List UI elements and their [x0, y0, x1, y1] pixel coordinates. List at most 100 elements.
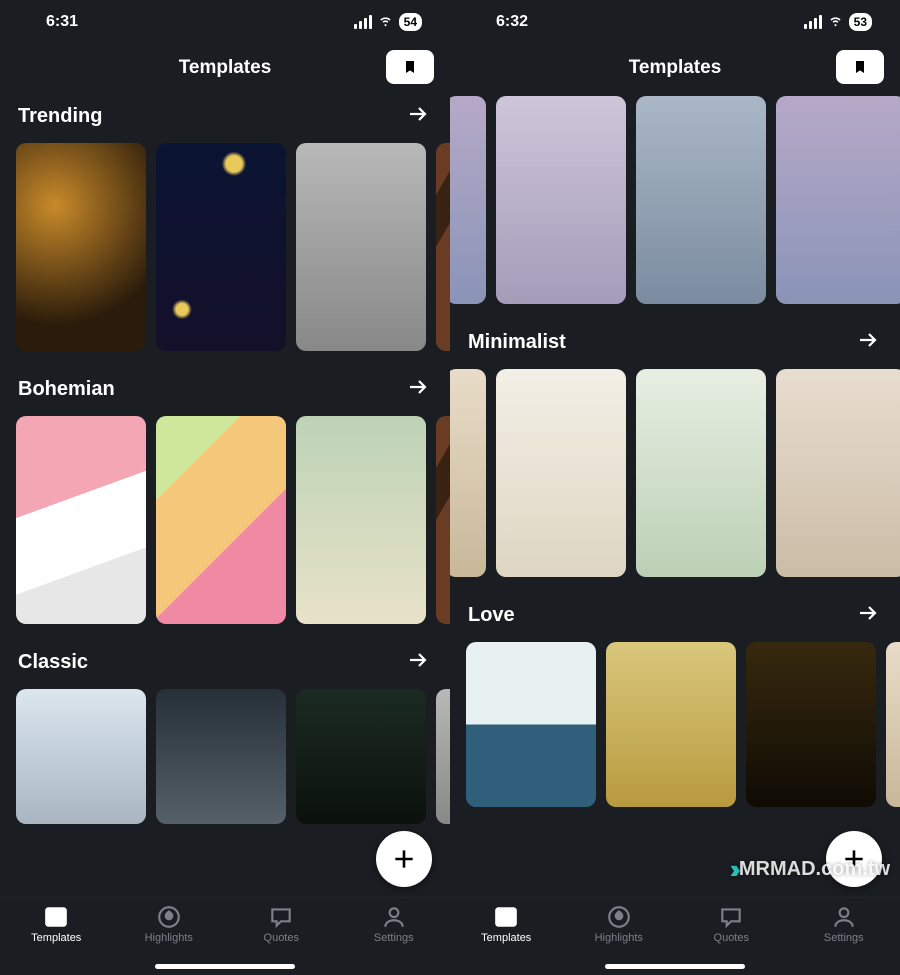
- template-row-love[interactable]: [466, 642, 900, 825]
- watermark-logo-icon: ››: [730, 854, 735, 885]
- watermark-text: MRMAD.com.tw: [739, 858, 890, 881]
- template-card[interactable]: [886, 642, 900, 807]
- arrow-right-icon[interactable]: [406, 375, 430, 404]
- arrow-right-icon[interactable]: [406, 648, 430, 677]
- page-title: Templates: [179, 57, 272, 79]
- cellular-icon: [804, 15, 822, 29]
- tab-quotes[interactable]: Quotes: [225, 904, 338, 944]
- section-title: Classic: [18, 651, 88, 674]
- page-header: Templates: [0, 44, 450, 92]
- tab-label: Quotes: [264, 932, 299, 944]
- template-row-minimalist[interactable]: [450, 369, 900, 595]
- status-time: 6:31: [46, 13, 78, 31]
- bookmarks-button[interactable]: [386, 50, 434, 84]
- watermark: ›› MRMAD.com.tw: [730, 854, 890, 885]
- tab-highlights[interactable]: Highlights: [563, 904, 676, 944]
- wifi-icon: [377, 11, 394, 33]
- template-card[interactable]: [466, 642, 596, 807]
- template-card[interactable]: [436, 416, 450, 624]
- template-card[interactable]: [296, 416, 426, 624]
- template-card[interactable]: [296, 689, 426, 824]
- bookmarks-button[interactable]: [836, 50, 884, 84]
- section-header-minimalist[interactable]: Minimalist: [466, 322, 900, 369]
- home-indicator[interactable]: [155, 964, 295, 969]
- status-bar: 6:32 53: [450, 0, 900, 44]
- section-header-love[interactable]: Love: [466, 595, 900, 642]
- settings-icon: [831, 904, 857, 930]
- tab-highlights[interactable]: Highlights: [113, 904, 226, 944]
- screen-right: 6:32 53 Templates Minimalist: [450, 0, 900, 975]
- template-card[interactable]: [296, 143, 426, 351]
- quotes-icon: [268, 904, 294, 930]
- template-card[interactable]: [776, 96, 900, 304]
- template-row-top[interactable]: [450, 96, 900, 322]
- tab-label: Templates: [481, 932, 531, 944]
- page-header: Templates: [450, 44, 900, 92]
- tab-bar: Templates Highlights Quotes Settings: [0, 897, 450, 975]
- section-title: Love: [468, 604, 515, 627]
- template-card[interactable]: [436, 689, 450, 824]
- section-title: Minimalist: [468, 331, 566, 354]
- template-card[interactable]: [450, 369, 486, 577]
- tab-label: Quotes: [714, 932, 749, 944]
- tab-label: Settings: [374, 932, 414, 944]
- template-card[interactable]: [16, 416, 146, 624]
- template-card[interactable]: [16, 689, 146, 824]
- battery-level: 53: [849, 13, 872, 31]
- arrow-right-icon[interactable]: [856, 328, 880, 357]
- status-bar: 6:31 54: [0, 0, 450, 44]
- template-card[interactable]: [496, 96, 626, 304]
- template-row-classic[interactable]: [16, 689, 450, 842]
- settings-icon: [381, 904, 407, 930]
- tab-label: Highlights: [595, 932, 643, 944]
- status-indicators: 54: [354, 11, 422, 33]
- add-button[interactable]: [376, 831, 432, 887]
- template-card[interactable]: [156, 143, 286, 351]
- template-card[interactable]: [156, 416, 286, 624]
- wifi-icon: [827, 11, 844, 33]
- tab-settings[interactable]: Settings: [788, 904, 900, 944]
- home-indicator[interactable]: [605, 964, 745, 969]
- bookmark-icon: [402, 58, 418, 76]
- highlights-icon: [156, 904, 182, 930]
- template-card[interactable]: [606, 642, 736, 807]
- page-title: Templates: [629, 57, 722, 79]
- templates-icon: [43, 904, 69, 930]
- templates-icon: [493, 904, 519, 930]
- section-title: Trending: [18, 105, 102, 128]
- template-card[interactable]: [636, 96, 766, 304]
- tab-label: Settings: [824, 932, 864, 944]
- template-row-trending[interactable]: [16, 143, 450, 369]
- status-indicators: 53: [804, 11, 872, 33]
- section-header-bohemian[interactable]: Bohemian: [16, 369, 450, 416]
- status-time: 6:32: [496, 13, 528, 31]
- template-card[interactable]: [156, 689, 286, 824]
- template-card[interactable]: [636, 369, 766, 577]
- bookmark-icon: [852, 58, 868, 76]
- section-header-classic[interactable]: Classic: [16, 642, 450, 689]
- screen-left: 6:31 54 Templates Trending Bo: [0, 0, 450, 975]
- template-card[interactable]: [776, 369, 900, 577]
- tab-templates[interactable]: Templates: [450, 904, 563, 944]
- quotes-icon: [718, 904, 744, 930]
- arrow-right-icon[interactable]: [856, 601, 880, 630]
- tab-label: Templates: [31, 932, 81, 944]
- plus-icon: [391, 846, 417, 872]
- template-card[interactable]: [746, 642, 876, 807]
- template-card[interactable]: [496, 369, 626, 577]
- tab-templates[interactable]: Templates: [0, 904, 113, 944]
- tab-label: Highlights: [145, 932, 193, 944]
- battery-level: 54: [399, 13, 422, 31]
- template-card[interactable]: [16, 143, 146, 351]
- cellular-icon: [354, 15, 372, 29]
- section-header-trending[interactable]: Trending: [16, 96, 450, 143]
- tab-settings[interactable]: Settings: [338, 904, 451, 944]
- highlights-icon: [606, 904, 632, 930]
- template-card[interactable]: [450, 96, 486, 304]
- tab-quotes[interactable]: Quotes: [675, 904, 788, 944]
- arrow-right-icon[interactable]: [406, 102, 430, 131]
- template-card[interactable]: [436, 143, 450, 351]
- section-title: Bohemian: [18, 378, 115, 401]
- template-row-bohemian[interactable]: [16, 416, 450, 642]
- tab-bar: Templates Highlights Quotes Settings: [450, 897, 900, 975]
